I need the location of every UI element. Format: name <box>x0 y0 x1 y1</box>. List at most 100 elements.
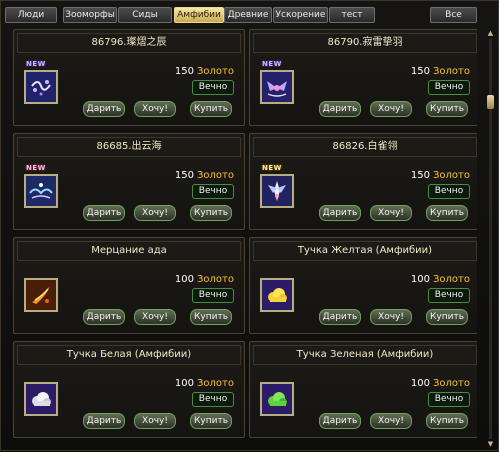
gift-button[interactable]: Дарить <box>319 309 361 325</box>
scroll-down-icon[interactable]: ▼ <box>486 440 495 448</box>
item-card: Тучка Желтая (Амфибии) 100 Золото Вечно Д… <box>249 237 477 334</box>
white-feather-icon <box>262 176 292 206</box>
item-card: 86790.寂雷挚羽 NEW 150 Золото Вечно Дарить Хо… <box>249 29 477 126</box>
tab-amphibians[interactable]: Амфибии <box>174 7 224 23</box>
duration-badge: Вечно <box>428 184 470 199</box>
tab-acceleration[interactable]: Ускорение <box>273 7 328 23</box>
want-button[interactable]: Хочу! <box>370 205 412 221</box>
price-currency: Золото <box>197 274 234 285</box>
item-title: 86790.寂雷挚羽 <box>253 33 477 53</box>
duration-badge: Вечно <box>192 392 234 407</box>
buy-button[interactable]: Купить <box>190 101 232 117</box>
want-button[interactable]: Хочу! <box>370 309 412 325</box>
purple-wings-icon <box>262 72 292 102</box>
item-grid: 86796.璨熠之辰 NEW 150 Золото Вечно Дарить Хо… <box>13 29 477 452</box>
yellow-cloud-icon <box>262 280 292 310</box>
shop-window: Люди Зооморфы Сиды Амфибии Древние Ускор… <box>0 0 499 451</box>
duration-badge: Вечно <box>428 392 470 407</box>
item-icon-frame[interactable] <box>260 174 294 208</box>
scroll-up-icon[interactable]: ▲ <box>486 29 495 37</box>
buy-button[interactable]: Купить <box>190 205 232 221</box>
price-amount: 150 <box>174 170 195 181</box>
item-icon-frame[interactable] <box>260 278 294 312</box>
purple-sparkle-icon <box>26 72 56 102</box>
item-icon-frame[interactable] <box>260 382 294 416</box>
gift-button[interactable]: Дарить <box>319 413 361 429</box>
tab-zoomorphs[interactable]: Зооморфы <box>63 7 117 23</box>
price-amount: 100 <box>174 274 195 285</box>
item-title: Тучка Желтая (Амфибии) <box>253 241 477 261</box>
buy-button[interactable]: Купить <box>190 309 232 325</box>
item-title: 86826.白雀翎 <box>253 137 477 157</box>
gift-button[interactable]: Дарить <box>319 101 361 117</box>
gift-button[interactable]: Дарить <box>83 101 125 117</box>
buy-button[interactable]: Купить <box>426 205 468 221</box>
gift-button[interactable]: Дарить <box>83 205 125 221</box>
price-currency: Золото <box>433 170 470 181</box>
price-amount: 150 <box>410 66 431 77</box>
white-cloud-icon <box>26 384 56 414</box>
price-currency: Золото <box>197 170 234 181</box>
item-title: 86796.璨熠之辰 <box>17 33 241 53</box>
price: 150 Золото <box>175 66 234 77</box>
want-button[interactable]: Хочу! <box>134 101 176 117</box>
price-currency: Золото <box>433 378 470 389</box>
price-currency: Золото <box>197 378 234 389</box>
price-currency: Золото <box>433 66 470 77</box>
price-amount: 100 <box>174 378 195 389</box>
item-card: Тучка Зеленая (Амфибии) 100 Золото Вечно … <box>249 341 477 438</box>
duration-badge: Вечно <box>192 288 234 303</box>
item-icon-frame[interactable] <box>260 70 294 104</box>
new-badge: NEW <box>262 60 282 68</box>
want-button[interactable]: Хочу! <box>370 413 412 429</box>
gift-button[interactable]: Дарить <box>83 309 125 325</box>
buy-button[interactable]: Купить <box>426 413 468 429</box>
want-button[interactable]: Хочу! <box>370 101 412 117</box>
item-icon-frame[interactable] <box>24 278 58 312</box>
price: 100 Золото <box>175 378 234 389</box>
item-card: 86796.璨熠之辰 NEW 150 Золото Вечно Дарить Хо… <box>13 29 245 126</box>
want-button[interactable]: Хочу! <box>134 413 176 429</box>
scrollbar[interactable]: ▲ ▼ <box>486 29 495 448</box>
item-title: 86685.出云海 <box>17 137 241 157</box>
item-card: Мерцание ада 100 Золото Вечно Дарить Хочу… <box>13 237 245 334</box>
duration-badge: Вечно <box>428 80 470 95</box>
buy-button[interactable]: Купить <box>426 309 468 325</box>
buy-button[interactable]: Купить <box>426 101 468 117</box>
gift-button[interactable]: Дарить <box>83 413 125 429</box>
item-title: Тучка Зеленая (Амфибии) <box>253 345 477 365</box>
tab-all[interactable]: Все <box>430 7 477 23</box>
price: 100 Золото <box>411 378 470 389</box>
item-icon-frame[interactable] <box>24 174 58 208</box>
item-title: Мерцание ада <box>17 241 241 261</box>
fire-claw-icon <box>26 280 56 310</box>
tab-test[interactable]: тест <box>329 7 375 23</box>
item-card: 86685.出云海 NEW 150 Золото Вечно Дарить Хоч… <box>13 133 245 230</box>
price: 150 Золото <box>411 170 470 181</box>
price-amount: 150 <box>410 170 431 181</box>
want-button[interactable]: Хочу! <box>134 205 176 221</box>
buy-button[interactable]: Купить <box>190 413 232 429</box>
tab-humans[interactable]: Люди <box>5 7 57 23</box>
new-badge: NEW <box>26 60 46 68</box>
price: 100 Золото <box>411 274 470 285</box>
item-icon-frame[interactable] <box>24 382 58 416</box>
price-currency: Золото <box>433 274 470 285</box>
item-card: 86826.白雀翎 NEW 150 Золото Вечно Дарить Хоч… <box>249 133 477 230</box>
item-title: Тучка Белая (Амфибии) <box>17 345 241 365</box>
tab-sids[interactable]: Сиды <box>118 7 172 23</box>
tab-ancients[interactable]: Древние <box>224 7 272 23</box>
green-cloud-icon <box>262 384 292 414</box>
price-amount: 150 <box>174 66 195 77</box>
item-icon-frame[interactable] <box>24 70 58 104</box>
price: 150 Золото <box>411 66 470 77</box>
price: 100 Золото <box>175 274 234 285</box>
duration-badge: Вечно <box>192 184 234 199</box>
duration-badge: Вечно <box>428 288 470 303</box>
price-amount: 100 <box>410 274 431 285</box>
want-button[interactable]: Хочу! <box>134 309 176 325</box>
item-card: Тучка Белая (Амфибии) 100 Золото Вечно Да… <box>13 341 245 438</box>
gift-button[interactable]: Дарить <box>319 205 361 221</box>
scroll-thumb[interactable] <box>487 95 494 109</box>
price: 150 Золото <box>175 170 234 181</box>
